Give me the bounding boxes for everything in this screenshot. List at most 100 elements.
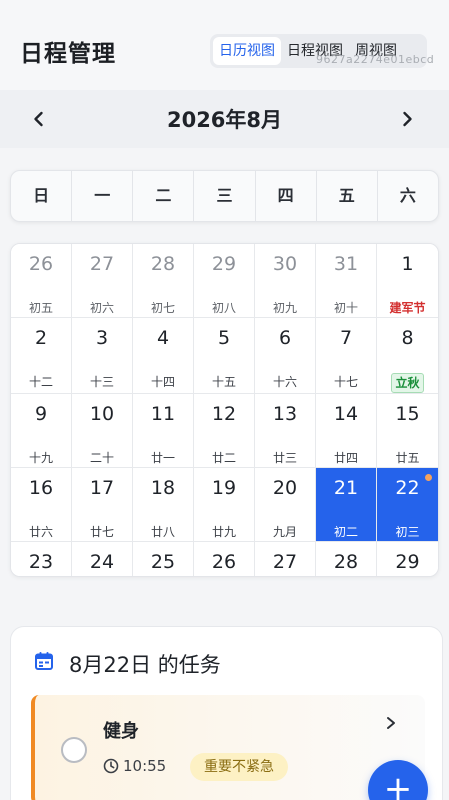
calendar-day-cell[interactable]: 6 十六: [255, 318, 316, 394]
calendar-day-cell[interactable]: 8 立秋: [377, 318, 438, 394]
calendar-day-cell[interactable]: 9 十九: [11, 394, 72, 468]
calendar-day-cell[interactable]: 1 建军节: [377, 244, 438, 318]
lunar-date: 廿六: [28, 525, 53, 539]
weekday-label: 六: [399, 186, 416, 205]
task-title: 健身: [103, 721, 139, 742]
day-number: 5: [217, 327, 231, 349]
calendar-day-cell[interactable]: 26初七: [194, 542, 255, 576]
event-dot-icon: [425, 474, 432, 481]
day-number: 21: [333, 477, 359, 499]
day-number: 23: [28, 551, 54, 573]
day-number: 11: [150, 403, 176, 425]
calendar-day-cell[interactable]: 25初六: [133, 542, 194, 576]
day-number: 7: [339, 327, 353, 349]
task-item[interactable]: 健身 10:55 重要不紧急: [31, 695, 425, 800]
day-number: 18: [150, 477, 176, 499]
calendar-day-cell[interactable]: 31 初十: [316, 244, 377, 318]
day-number: 27: [89, 253, 115, 275]
month-navigation: 2026年8月: [0, 90, 449, 148]
lunar-date: 廿四: [333, 451, 358, 465]
task-time: 10:55: [103, 757, 166, 775]
day-number: 2: [34, 327, 48, 349]
calendar-day-cell[interactable]: 2 十二: [11, 318, 72, 394]
weekday-label: 二: [133, 171, 195, 221]
lunar-date: 十五: [211, 375, 236, 389]
weekday-label: 一: [72, 171, 134, 221]
calendar-day-cell[interactable]: 27 初六: [72, 244, 133, 318]
calendar-day-cell[interactable]: 26 初五: [11, 244, 72, 318]
calendar-day-cell[interactable]: 16 廿六: [11, 468, 72, 542]
page-title: 日程管理: [20, 41, 116, 67]
chevron-right-icon[interactable]: [385, 711, 397, 735]
day-number: 28: [333, 551, 359, 573]
day-number: 26: [28, 253, 54, 275]
calendar-day-cell[interactable]: 28初九: [316, 542, 377, 576]
lunar-date: 廿三: [272, 451, 297, 465]
calendar-day-cell[interactable]: 29初十: [377, 542, 438, 576]
day-number: 27: [272, 551, 298, 573]
lunar-date: 初三: [395, 525, 420, 539]
calendar-day-cell[interactable]: 4 十四: [133, 318, 194, 394]
calendar-day-cell[interactable]: 24初五: [72, 542, 133, 576]
calendar-day-cell[interactable]: 18 廿八: [133, 468, 194, 542]
calendar-day-cell[interactable]: 21 初二: [316, 468, 377, 542]
lunar-date: 十九: [28, 451, 53, 465]
day-number: 30: [272, 253, 298, 275]
calendar-day-cell[interactable]: 7 十七: [316, 318, 377, 394]
day-number: 25: [150, 551, 176, 573]
next-month-button[interactable]: [392, 104, 422, 134]
solar-term-label: 立秋: [391, 373, 424, 393]
day-number: 31: [333, 253, 359, 275]
calendar-day-cell[interactable]: 29 初八: [194, 244, 255, 318]
calendar-day-cell[interactable]: 22 初三: [377, 468, 438, 542]
calendar-day-cell[interactable]: 3 十三: [72, 318, 133, 394]
task-complete-checkbox[interactable]: [61, 737, 87, 763]
day-number: 1: [401, 253, 414, 275]
weekday-label: 五: [317, 171, 378, 221]
weekday-header: 日 一 二 三 四 五 六: [10, 170, 439, 222]
day-number: 4: [156, 327, 170, 349]
calendar-day-cell[interactable]: 28 初七: [133, 244, 194, 318]
calendar-day-cell[interactable]: 15 廿五: [377, 394, 438, 468]
calendar-day-cell[interactable]: 5 十五: [194, 318, 255, 394]
lunar-date: 廿二: [211, 451, 236, 465]
lunar-date: 十二: [28, 375, 53, 389]
lunar-date: 初五: [28, 301, 53, 315]
day-number: 24: [89, 551, 115, 573]
calendar-day-cell[interactable]: 14 廿四: [316, 394, 377, 468]
calendar-day-cell[interactable]: 10 二十: [72, 394, 133, 468]
lunar-date: 廿八: [150, 525, 175, 539]
calendar-day-cell[interactable]: 12 廿二: [194, 394, 255, 468]
day-number: 19: [211, 477, 237, 499]
day-number: 29: [211, 253, 237, 275]
chevron-right-icon: [403, 111, 412, 127]
calendar-day-cell[interactable]: 13 廿三: [255, 394, 316, 468]
lunar-date: 初八: [211, 301, 236, 315]
tab-calendar-view[interactable]: 日历视图: [213, 37, 281, 65]
calendar-day-cell[interactable]: 20 九月: [255, 468, 316, 542]
priority-badge: 重要不紧急: [190, 753, 288, 781]
weekday-label: 四: [256, 171, 317, 221]
lunar-date: 九月: [272, 525, 297, 539]
lunar-date: 十四: [150, 375, 175, 389]
calendar-day-cell[interactable]: 11 廿一: [133, 394, 194, 468]
calendar-day-cell[interactable]: 30 初九: [255, 244, 316, 318]
lunar-date: 初二: [333, 525, 358, 539]
day-number: 28: [150, 253, 176, 275]
day-number: 13: [272, 403, 298, 425]
calendar-day-cell[interactable]: 27初八: [255, 542, 316, 576]
calendar-day-cell[interactable]: 23处暑: [11, 542, 72, 576]
day-number: 14: [333, 403, 359, 425]
calendar-day-cell[interactable]: 17 廿七: [72, 468, 133, 542]
calendar-grid: 26 初五 27 初六 28 初七 29 初八 30 初九 31 初十 1 建军节 2 十二 3 十三 4 十四 5 十五…: [10, 243, 439, 577]
calendar-day-cell[interactable]: 19 廿九: [194, 468, 255, 542]
day-number: 29: [395, 551, 420, 573]
lunar-date: 二十: [89, 451, 114, 465]
clock-icon: [103, 758, 119, 774]
festival-label: 建军节: [389, 301, 426, 315]
task-panel-title: 8月22日 的任务: [69, 653, 221, 677]
day-number: 26: [211, 551, 237, 573]
day-number: 16: [28, 477, 54, 499]
day-number: 3: [95, 327, 109, 349]
weekday-label: 三: [194, 171, 256, 221]
